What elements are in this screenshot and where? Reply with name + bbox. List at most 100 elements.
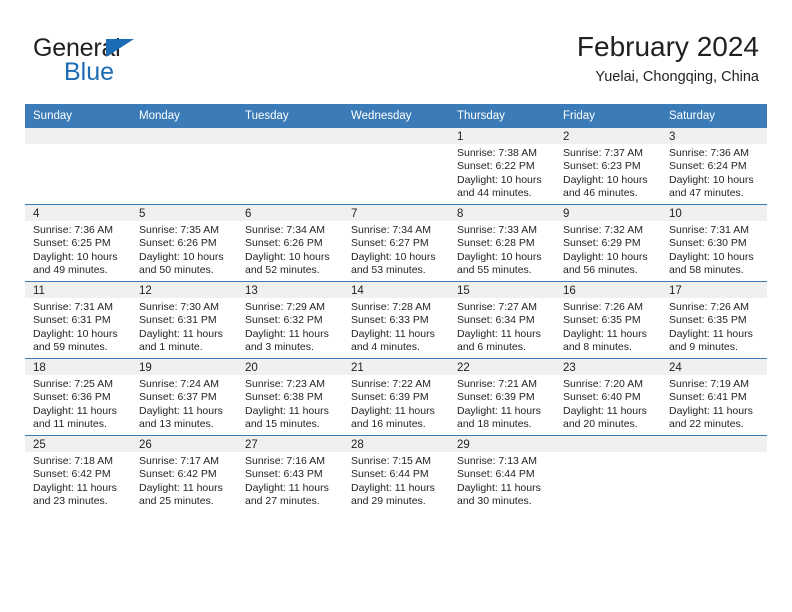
calendar-day-cell[interactable]: 12 Sunrise: 7:30 AM Sunset: 6:31 PM Dayligh… bbox=[131, 281, 237, 359]
calendar-day-cell[interactable]: 26 Sunrise: 7:17 AM Sunset: 6:42 PM Dayligh… bbox=[131, 435, 237, 512]
calendar-day-cell[interactable]: 25 Sunrise: 7:18 AM Sunset: 6:42 PM Dayligh… bbox=[25, 435, 131, 512]
day-number: 17 bbox=[661, 282, 767, 298]
sunrise-text: Sunrise: 7:15 AM bbox=[351, 455, 431, 467]
sunrise-text: Sunrise: 7:34 AM bbox=[245, 224, 325, 236]
day-number bbox=[237, 128, 343, 144]
day-details: Sunrise: 7:32 AM Sunset: 6:29 PM Daylight:… bbox=[555, 221, 661, 278]
day-details: Sunrise: 7:29 AM Sunset: 6:32 PM Daylight:… bbox=[237, 298, 343, 355]
day-number: 28 bbox=[343, 436, 449, 452]
calendar-day-cell[interactable]: 4 Sunrise: 7:36 AM Sunset: 6:25 PM Daylight… bbox=[25, 204, 131, 282]
calendar-day-cell[interactable]: 2 Sunrise: 7:37 AM Sunset: 6:23 PM Daylight… bbox=[555, 127, 661, 205]
calendar-week-row: 18 Sunrise: 7:25 AM Sunset: 6:36 PM Dayligh… bbox=[25, 358, 767, 436]
calendar-day-cell[interactable]: 9 Sunrise: 7:32 AM Sunset: 6:29 PM Daylight… bbox=[555, 204, 661, 282]
sunset-text: Sunset: 6:26 PM bbox=[245, 237, 323, 250]
sunset-text: Sunset: 6:38 PM bbox=[245, 391, 323, 404]
calendar-day-cell[interactable]: 19 Sunrise: 7:24 AM Sunset: 6:37 PM Dayligh… bbox=[131, 358, 237, 436]
calendar-day-cell[interactable]: 11 Sunrise: 7:31 AM Sunset: 6:31 PM Dayligh… bbox=[25, 281, 131, 359]
day-details: Sunrise: 7:21 AM Sunset: 6:39 PM Daylight:… bbox=[449, 375, 555, 432]
day-details: Sunrise: 7:17 AM Sunset: 6:42 PM Daylight:… bbox=[131, 452, 237, 509]
day-details: Sunrise: 7:31 AM Sunset: 6:31 PM Daylight:… bbox=[25, 298, 131, 355]
sunrise-text: Sunrise: 7:27 AM bbox=[457, 301, 537, 313]
calendar-day-cell[interactable]: 16 Sunrise: 7:26 AM Sunset: 6:35 PM Dayligh… bbox=[555, 281, 661, 359]
calendar-day-cell[interactable]: 18 Sunrise: 7:25 AM Sunset: 6:36 PM Dayligh… bbox=[25, 358, 131, 436]
page-title: February 2024 bbox=[576, 31, 759, 62]
sunrise-text: Sunrise: 7:31 AM bbox=[33, 301, 113, 313]
day-number: 19 bbox=[131, 359, 237, 375]
calendar-day-cell[interactable]: 17 Sunrise: 7:26 AM Sunset: 6:35 PM Dayligh… bbox=[661, 281, 767, 359]
day-details: Sunrise: 7:27 AM Sunset: 6:34 PM Daylight:… bbox=[449, 298, 555, 355]
calendar-day-cell[interactable]: 7 Sunrise: 7:34 AM Sunset: 6:27 PM Daylight… bbox=[343, 204, 449, 282]
general-blue-logo[interactable]: General Blue bbox=[33, 34, 263, 90]
daylight-text: Daylight: 11 hours and 3 minutes. bbox=[245, 327, 329, 354]
calendar-day-cell[interactable]: 13 Sunrise: 7:29 AM Sunset: 6:32 PM Dayligh… bbox=[237, 281, 343, 359]
sunset-text: Sunset: 6:31 PM bbox=[139, 314, 217, 327]
sunrise-text: Sunrise: 7:26 AM bbox=[563, 301, 643, 313]
daylight-text: Daylight: 11 hours and 13 minutes. bbox=[139, 404, 223, 431]
sunset-text: Sunset: 6:41 PM bbox=[669, 391, 747, 404]
daylight-text: Daylight: 11 hours and 11 minutes. bbox=[33, 404, 117, 431]
calendar-day-cell[interactable]: 5 Sunrise: 7:35 AM Sunset: 6:26 PM Daylight… bbox=[131, 204, 237, 282]
calendar-day-cell[interactable]: 22 Sunrise: 7:21 AM Sunset: 6:39 PM Dayligh… bbox=[449, 358, 555, 436]
weekday-header-thursday: Thursday bbox=[449, 104, 555, 128]
weekday-header-sunday: Sunday bbox=[25, 104, 131, 128]
daylight-text: Daylight: 11 hours and 9 minutes. bbox=[669, 327, 753, 354]
sunset-text: Sunset: 6:39 PM bbox=[351, 391, 429, 404]
title-block: February 2024 Yuelai, Chongqing, China bbox=[577, 30, 759, 87]
sunrise-text: Sunrise: 7:29 AM bbox=[245, 301, 325, 313]
daylight-text: Daylight: 10 hours and 44 minutes. bbox=[457, 173, 542, 200]
sunrise-text: Sunrise: 7:25 AM bbox=[33, 378, 113, 390]
sunset-text: Sunset: 6:44 PM bbox=[351, 468, 429, 481]
calendar-day-cell[interactable]: 6 Sunrise: 7:34 AM Sunset: 6:26 PM Daylight… bbox=[237, 204, 343, 282]
daylight-text: Daylight: 11 hours and 22 minutes. bbox=[669, 404, 753, 431]
day-number bbox=[661, 436, 767, 452]
daylight-text: Daylight: 10 hours and 59 minutes. bbox=[33, 327, 118, 354]
sunset-text: Sunset: 6:25 PM bbox=[33, 237, 111, 250]
sunset-text: Sunset: 6:36 PM bbox=[33, 391, 111, 404]
calendar-day-cell[interactable]: 3 Sunrise: 7:36 AM Sunset: 6:24 PM Daylight… bbox=[661, 127, 767, 205]
day-details: Sunrise: 7:31 AM Sunset: 6:30 PM Daylight:… bbox=[661, 221, 767, 278]
calendar-day-cell[interactable]: 20 Sunrise: 7:23 AM Sunset: 6:38 PM Dayligh… bbox=[237, 358, 343, 436]
day-number: 10 bbox=[661, 205, 767, 221]
sunset-text: Sunset: 6:29 PM bbox=[563, 237, 641, 250]
logo-text-blue: Blue bbox=[64, 58, 115, 86]
daylight-text: Daylight: 10 hours and 56 minutes. bbox=[563, 250, 648, 277]
calendar-day-cell[interactable]: 24 Sunrise: 7:19 AM Sunset: 6:41 PM Dayligh… bbox=[661, 358, 767, 436]
day-number bbox=[343, 128, 449, 144]
calendar-day-cell[interactable]: 29 Sunrise: 7:13 AM Sunset: 6:44 PM Dayligh… bbox=[449, 435, 555, 512]
calendar-day-cell[interactable]: 14 Sunrise: 7:28 AM Sunset: 6:33 PM Dayligh… bbox=[343, 281, 449, 359]
day-number: 14 bbox=[343, 282, 449, 298]
calendar-day-cell[interactable]: 27 Sunrise: 7:16 AM Sunset: 6:43 PM Dayligh… bbox=[237, 435, 343, 512]
sunrise-text: Sunrise: 7:38 AM bbox=[457, 147, 537, 159]
calendar-day-cell[interactable]: 10 Sunrise: 7:31 AM Sunset: 6:30 PM Dayligh… bbox=[661, 204, 767, 282]
weekday-header-wednesday: Wednesday bbox=[343, 104, 449, 128]
sunrise-text: Sunrise: 7:32 AM bbox=[563, 224, 643, 236]
logo-triangle-icon bbox=[106, 39, 134, 57]
calendar-day-cell-empty bbox=[555, 435, 661, 512]
page-header: General Blue February 2024 Yuelai, Chong… bbox=[33, 30, 759, 98]
calendar-day-cell[interactable]: 15 Sunrise: 7:27 AM Sunset: 6:34 PM Dayligh… bbox=[449, 281, 555, 359]
calendar-day-cell[interactable]: 28 Sunrise: 7:15 AM Sunset: 6:44 PM Dayligh… bbox=[343, 435, 449, 512]
day-number: 15 bbox=[449, 282, 555, 298]
sunset-text: Sunset: 6:35 PM bbox=[669, 314, 747, 327]
daylight-text: Daylight: 10 hours and 49 minutes. bbox=[33, 250, 118, 277]
weekday-header-saturday: Saturday bbox=[661, 104, 767, 128]
day-number bbox=[131, 128, 237, 144]
sunrise-text: Sunrise: 7:13 AM bbox=[457, 455, 537, 467]
calendar-week-row: 25 Sunrise: 7:18 AM Sunset: 6:42 PM Dayligh… bbox=[25, 435, 767, 512]
day-number: 9 bbox=[555, 205, 661, 221]
sunset-text: Sunset: 6:32 PM bbox=[245, 314, 323, 327]
calendar-day-cell[interactable]: 23 Sunrise: 7:20 AM Sunset: 6:40 PM Dayligh… bbox=[555, 358, 661, 436]
location-subtitle: Yuelai, Chongqing, China bbox=[595, 69, 759, 85]
sunrise-text: Sunrise: 7:20 AM bbox=[563, 378, 643, 390]
calendar-week-row: 1 Sunrise: 7:38 AM Sunset: 6:22 PM Daylight… bbox=[25, 127, 767, 205]
daylight-text: Daylight: 10 hours and 58 minutes. bbox=[669, 250, 754, 277]
calendar-day-cell[interactable]: 8 Sunrise: 7:33 AM Sunset: 6:28 PM Daylight… bbox=[449, 204, 555, 282]
day-details: Sunrise: 7:24 AM Sunset: 6:37 PM Daylight:… bbox=[131, 375, 237, 432]
calendar-day-cell[interactable]: 21 Sunrise: 7:22 AM Sunset: 6:39 PM Dayligh… bbox=[343, 358, 449, 436]
sunset-text: Sunset: 6:34 PM bbox=[457, 314, 535, 327]
sunrise-text: Sunrise: 7:36 AM bbox=[669, 147, 749, 159]
daylight-text: Daylight: 11 hours and 20 minutes. bbox=[563, 404, 647, 431]
daylight-text: Daylight: 10 hours and 53 minutes. bbox=[351, 250, 436, 277]
calendar-day-cell[interactable]: 1 Sunrise: 7:38 AM Sunset: 6:22 PM Daylight… bbox=[449, 127, 555, 205]
sunrise-text: Sunrise: 7:17 AM bbox=[139, 455, 219, 467]
